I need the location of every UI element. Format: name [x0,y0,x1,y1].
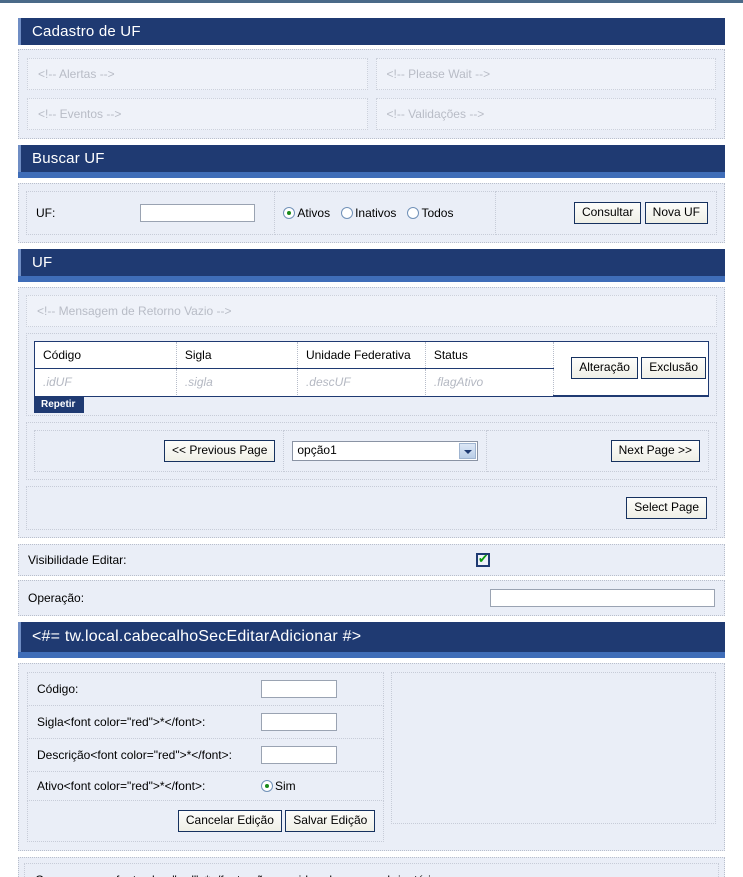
uf-search-input[interactable] [140,204,256,222]
operacao-input[interactable] [489,588,715,607]
visibilidade-checkbox[interactable] [475,552,490,567]
visibilidade-label: Visibilidade Editar: [28,552,127,567]
sigla-input[interactable] [260,712,337,731]
cell-codigo: .idUF [35,368,177,395]
ativo-label: Ativo<font color="red">*</font>: [37,778,206,793]
eventos-placeholder: <!-- Eventos --> [27,98,368,130]
cell-flagativo: .flagAtivo [425,368,554,395]
cell-descuf: .descUF [297,368,426,395]
select-page-button[interactable]: Select Page [626,496,707,519]
nova-uf-button[interactable]: Nova UF [644,202,708,224]
alertas-placeholder: <!-- Alertas --> [27,58,368,90]
radio-ativos-icon[interactable] [283,207,296,219]
edit-layout: Código: Sigla<font color="red">*</font>:… [26,671,717,843]
select-page-panel: Select Page [26,485,717,530]
consultar-button[interactable]: Consultar [573,202,642,224]
grid-wrapper: Código Sigla Unidade Federativa Status A… [26,333,717,416]
radio-ativo-sim-label: Sim [274,778,296,793]
page-select-value: opção1 [297,442,337,457]
radio-todos[interactable]: Todos [407,206,453,220]
please-wait-placeholder: <!-- Please Wait --> [375,58,716,90]
results-panel: <!-- Mensagem de Retorno Vazio --> Códig… [18,287,725,538]
empty-message-placeholder: <!-- Mensagem de Retorno Vazio --> [26,295,717,327]
column-header-sigla: Sigla [176,342,298,369]
column-header-unidade-federativa: Unidade Federativa [297,342,426,369]
uf-label: UF: [36,206,56,220]
field-row-descricao: Descrição<font color="red">*</font>: [27,738,385,772]
results-section-header: UF [18,249,725,276]
field-row-codigo: Código: [27,671,385,706]
edit-panel: Código: Sigla<font color="red">*</font>:… [18,662,725,851]
search-layout: UF: Ativos Inativos Todos Consultar Nova U… [25,191,717,235]
app-window: Cadastro de UF <!-- Alertas --> <!-- Ple… [0,0,743,877]
field-row-sigla: Sigla<font color="red">*</font>: [27,705,385,739]
required-fields-note: Campos com <font color="red">*</font> sã… [24,862,719,877]
validacoes-placeholder: <!-- Validações --> [375,98,716,130]
radio-inativos[interactable]: Inativos [341,206,396,220]
radio-inativos-label: Inativos [355,206,397,220]
next-page-button[interactable]: Next Page >> [610,439,700,462]
salvar-edicao-button[interactable]: Salvar Edição [285,809,376,832]
radio-ativos[interactable]: Ativos [283,206,330,220]
messages-table: <!-- Alertas --> <!-- Please Wait --> <!… [26,57,717,131]
results-grid: Código Sigla Unidade Federativa Status A… [34,341,709,413]
codigo-input[interactable] [260,679,337,698]
edit-header-accent [18,651,725,658]
footer-panel: Campos com <font color="red">*</font> sã… [18,856,725,877]
sigla-label: Sigla<font color="red">*</font>: [37,714,206,729]
search-section-header: Buscar UF [18,145,725,172]
column-header-status: Status [425,342,554,369]
pagination-panel: << Previous Page opção1 Next Page >> [26,421,717,480]
operacao-row: Operação: [18,579,725,616]
edit-section-header: <#= tw.local.cabecalhoSecEditarAdicionar… [18,621,725,652]
cancelar-edicao-button[interactable]: Cancelar Edição [177,809,282,832]
exclusao-button[interactable]: Exclusão [641,357,706,380]
page-select[interactable]: opção1 [292,440,478,461]
search-panel: UF: Ativos Inativos Todos Consultar Nova U… [18,183,725,243]
cell-sigla: .sigla [176,368,298,395]
results-table: Código Sigla Unidade Federativa Status A… [35,342,708,396]
field-row-ativo: Ativo<font color="red">*</font>: Sim [27,771,385,801]
page-title: Cadastro de UF [18,18,725,45]
visibilidade-row: Visibilidade Editar: [18,543,725,576]
pagination-layout: << Previous Page opção1 Next Page >> [33,429,710,472]
radio-ativos-label: Ativos [297,206,331,220]
radio-ativo-sim-icon[interactable] [260,779,273,792]
messages-panel: <!-- Alertas --> <!-- Please Wait --> <!… [18,49,725,139]
alteracao-button[interactable]: Alteração [571,357,638,380]
descricao-label: Descrição<font color="red">*</font>: [37,747,232,762]
edit-actions: Cancelar Edição Salvar Edição [27,800,385,842]
page-content: Cadastro de UF <!-- Alertas --> <!-- Ple… [18,18,725,877]
table-header-row: Código Sigla Unidade Federativa Status A… [35,342,708,396]
previous-page-button[interactable]: << Previous Page [163,439,276,462]
repetir-tag: Repetir [34,396,85,413]
radio-todos-icon[interactable] [407,207,420,219]
row-actions: Alteração Exclusão [553,342,708,396]
radio-ativo-sim[interactable]: Sim [260,778,296,793]
edit-right-filler [391,671,716,824]
descricao-input[interactable] [260,745,337,764]
column-header-codigo: Código [35,342,177,369]
operacao-label: Operação: [28,590,85,605]
codigo-label: Código: [37,681,79,696]
radio-todos-label: Todos [421,206,454,220]
chevron-down-icon[interactable] [458,442,476,459]
search-header-accent [18,172,725,178]
radio-inativos-icon[interactable] [341,207,354,219]
results-header-accent [18,276,725,282]
top-rule [0,0,743,3]
